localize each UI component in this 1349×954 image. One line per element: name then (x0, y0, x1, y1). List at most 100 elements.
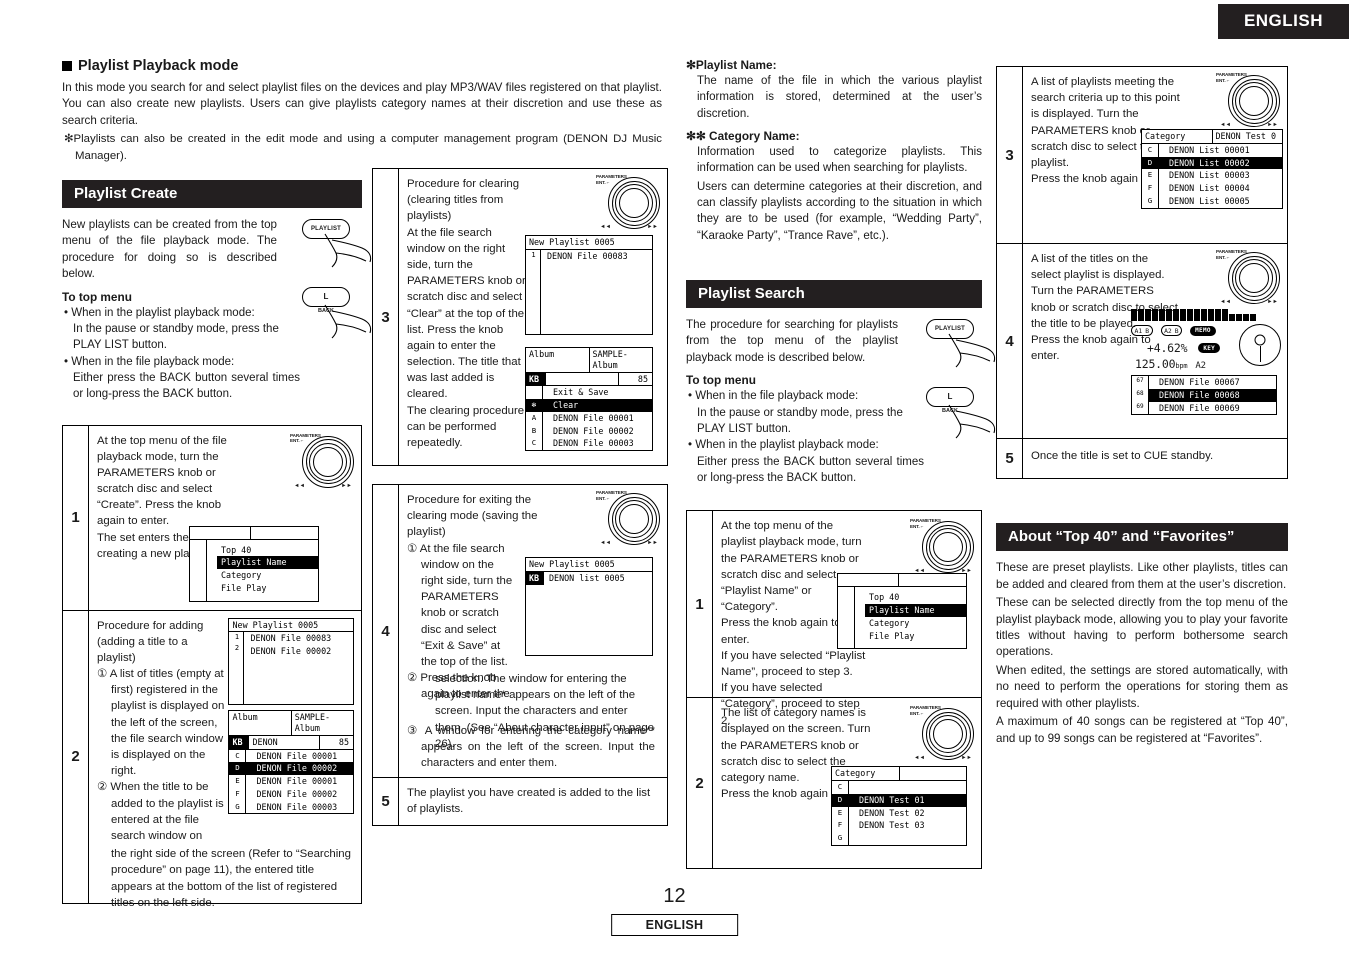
cue-badge-row: A1 B A2 B MEMO (1131, 324, 1281, 366)
step-row: 3 PARAMETERS ENT. ⌐ ◄◄ ►► Procedure for c… (373, 169, 667, 465)
lcd-list-row-selected[interactable]: 68 DENON File 00068 (1132, 388, 1276, 402)
lcd-row-value: DENON List 00005 (1169, 195, 1250, 206)
lcd-kb-text (546, 373, 618, 386)
lcd-row-index: A (526, 411, 543, 425)
lcd-row-value: DENON list 0005 (549, 572, 625, 583)
lcd-row-value[interactable]: DENON File 00083 (244, 632, 353, 645)
lcd-playlist-display: New Playlist 0005 KB DENON list 0005 (525, 557, 653, 656)
lcd-list-row[interactable]: A DENON File 00001 (526, 411, 652, 425)
parameters-knob-icon: PARAMETERS ENT. ⌐ ◄◄ ►► (1216, 248, 1280, 305)
lcd-row-value: DENON File 00001 (256, 750, 338, 761)
lcd-list-row[interactable]: B DENON File 00002 (526, 424, 652, 438)
lcd-header-left: Album (232, 712, 258, 723)
cue-a1-b-label: B (1145, 326, 1150, 335)
intro-heading-text: Playlist Playback mode (78, 58, 239, 74)
lcd-list-row[interactable]: C DENON List 00001 (1142, 143, 1282, 157)
lcd-menu-item[interactable]: File Play (217, 582, 318, 595)
playlist-search-intro: The procedure for searching for playlist… (686, 317, 898, 364)
step-number: 2 (687, 698, 713, 869)
cue-a1-badge[interactable]: A1 B (1131, 325, 1153, 336)
lcd-playlist-display: New Playlist 0005 1 DENON File 00083 (525, 235, 653, 335)
lcd-body: Top 40 Playlist Name Category File Play (190, 539, 318, 601)
lcd-list-row[interactable]: C DENON File 00003 (526, 437, 652, 450)
lcd-list-row[interactable]: C DENON File 00001 (229, 749, 353, 763)
lcd-list-row[interactable]: E DENON Test 02 (832, 806, 966, 820)
lcd-menu-item-selected[interactable]: Playlist Name (865, 604, 966, 617)
lcd-header-right: DENON Test 0 (1211, 130, 1283, 143)
memo-badge: MEMO (1190, 325, 1216, 336)
playlist-button-illustration: PLAYLIST (926, 318, 1000, 373)
lcd-row-index: F (832, 819, 849, 833)
lcd-header (838, 574, 966, 588)
lcd-rows: C D DENON Test 01 E DENON Test 02 F DENON T… (832, 781, 966, 845)
step-body: Procedure for adding (adding a title to … (89, 611, 361, 909)
lcd-list-row[interactable]: 67 DENON File 00067 (1132, 376, 1276, 389)
knob-rings (608, 177, 660, 229)
lcd-menu-item[interactable]: File Play (865, 630, 966, 643)
lcd-row-value: DENON List 00002 (1159, 156, 1282, 170)
lcd-playlist-list-display: Category DENON Test 0 C DENON List 00001 … (1141, 129, 1283, 209)
lcd-row-index: 69 (1132, 401, 1149, 415)
lcd-list-row[interactable]: E DENON List 00003 (1142, 169, 1282, 182)
lcd-header (190, 526, 318, 540)
lcd-list-row[interactable]: 69 DENON File 00069 (1132, 401, 1276, 415)
back-button-illustration: L BACK (302, 286, 376, 341)
lcd-list-row[interactable]: G DENON List 00005 (1142, 194, 1282, 208)
lcd-list-row-selected[interactable]: D DENON List 00002 (1142, 156, 1282, 170)
lcd-row-value: DENON File 00001 (553, 412, 634, 423)
lcd-list-row[interactable]: G (832, 832, 966, 845)
lcd-title: New Playlist 0005 (229, 619, 353, 633)
lcd-list-row-selected[interactable]: ✻ Clear (526, 399, 652, 412)
lcd-list-row[interactable]: C (832, 781, 966, 794)
lcd-list-row[interactable]: F DENON File 00002 (229, 787, 353, 801)
lcd-kb-text: DENON (252, 736, 278, 747)
create-bullet-2: • When in the file playback mode: (64, 355, 235, 368)
column-four: 3 PARAMETERS ENT. ⌐ ◄◄ ►► A list of playl… (996, 66, 1288, 749)
lcd-list-row[interactable]: F DENON List 00004 (1142, 182, 1282, 195)
lcd-menu-item[interactable]: Category (865, 617, 966, 630)
knob-prev-marker: ◄◄ (914, 755, 925, 762)
playlist-search-steps: 1 PARAMETERS ENT. ⌐ ◄◄ ►► At the top menu… (686, 510, 982, 870)
lcd-row-index: 67 (1132, 376, 1149, 389)
knob-rings (1228, 75, 1280, 127)
lcd-header-right: SAMPLE-Album (588, 348, 653, 372)
cue-a1-label: A1 (1134, 326, 1143, 335)
step-body: PARAMETERS ENT. ⌐ ◄◄ ►► A list of playlis… (1023, 67, 1287, 243)
lcd-list-row-selected[interactable]: D DENON Test 01 (832, 793, 966, 807)
lcd-row-value[interactable]: DENON File 00002 (244, 645, 353, 658)
lcd-index-column (838, 587, 855, 649)
footer-language-box: ENGLISH (610, 914, 739, 936)
lcd-row-value[interactable]: DENON File 00083 (541, 250, 652, 263)
step-row: 1 PARAMETERS ENT. ⌐ ◄◄ ►► At the top menu… (687, 511, 981, 727)
lcd-row-number: 2 (234, 644, 240, 653)
lcd-list-row[interactable]: E DENON File 00001 (229, 775, 353, 788)
lcd-menu-item[interactable]: Category (217, 569, 318, 582)
lcd-header-left: Category (1145, 131, 1186, 141)
lcd-kb-badge: KB (229, 735, 250, 749)
cue-a2-badge[interactable]: A2 B (1160, 325, 1183, 336)
step-number: 5 (997, 439, 1023, 479)
lcd-list-row[interactable]: KB DENON list 0005 (526, 571, 652, 585)
lcd-list-row-selected[interactable]: D DENON File 00002 (229, 762, 353, 776)
step-number: 5 (373, 778, 399, 826)
lcd-rows: 67 DENON File 00067 68 DENON File 00068 69… (1132, 376, 1276, 415)
column-three: ✻Playlist Name: The name of the file in … (686, 58, 996, 870)
lcd-list-row[interactable]: Exit & Save (526, 386, 652, 399)
knob-rings (608, 493, 660, 545)
playlist-name-body: The name of the file in which the variou… (697, 75, 982, 120)
intro-paragraph: In this mode you search for and select p… (62, 81, 662, 127)
step-row: 3 PARAMETERS ENT. ⌐ ◄◄ ►► A list of playl… (997, 67, 1287, 243)
square-bullet-icon (62, 61, 72, 71)
lcd-list-row[interactable]: G DENON File 00003 (229, 800, 353, 814)
lcd-menu-item-selected[interactable]: Playlist Name (217, 556, 318, 570)
lcd-row-value: DENON Test 03 (859, 820, 925, 831)
lcd-row-value: DENON File 00001 (256, 776, 338, 787)
lcd-list-row[interactable]: F DENON Test 03 (832, 819, 966, 833)
step-text-intro: Procedure for adding (adding a title to … (97, 619, 204, 664)
lcd-rows: C DENON List 00001 D DENON List 00002 E DEN… (1142, 143, 1282, 208)
lcd-menu-item[interactable]: Top 40 (217, 544, 318, 557)
lcd-menu-item[interactable]: Top 40 (865, 591, 966, 604)
clear-step-3-table: 3 PARAMETERS ENT. ⌐ ◄◄ ►► Procedure for c… (372, 168, 668, 466)
lcd-row-value: DENON Test 02 (859, 807, 925, 818)
pointing-hand-icon (948, 404, 996, 439)
